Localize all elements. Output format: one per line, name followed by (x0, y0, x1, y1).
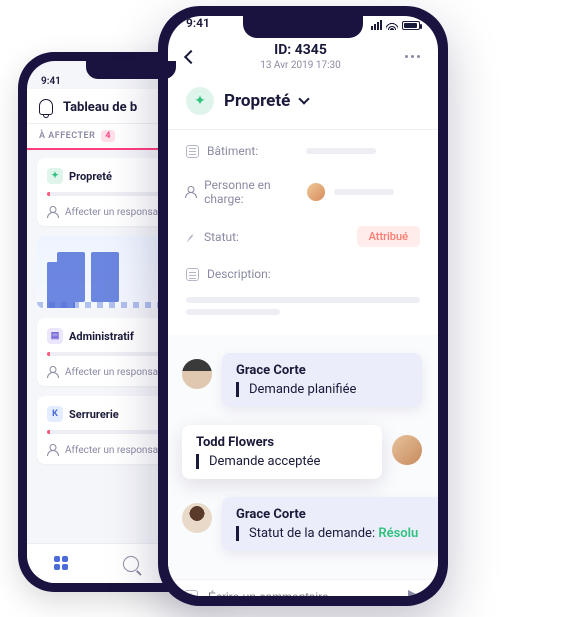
person-icon (47, 366, 59, 378)
field-status: Statut: Attribué (168, 216, 438, 257)
notch (86, 61, 176, 79)
comment-item: Grace Corte Demande planifiée (182, 353, 424, 407)
assign-label: Affecter un responsab (65, 445, 164, 456)
person-icon (47, 444, 59, 456)
comment-composer (168, 579, 438, 596)
back-title: Tableau de b (63, 100, 137, 115)
comments-thread: Grace Corte Demande planifiée Todd Flowe… (168, 335, 438, 579)
field-building: Bâtiment: (168, 134, 438, 168)
status-icons (371, 20, 420, 30)
grid-icon[interactable] (54, 556, 70, 572)
bolt-icon (186, 230, 196, 244)
field-label: Bâtiment: (207, 144, 258, 158)
person-icon (47, 206, 59, 218)
comment-input[interactable] (208, 590, 398, 596)
comment-bubble: Grace Corte Statut de la demande: Résolu (222, 497, 438, 551)
detail-list: Bâtiment: Personne en charge: Statut: (168, 130, 438, 335)
wifi-icon (386, 21, 398, 30)
comment-author: Grace Corte (236, 363, 408, 378)
field-label: Personne en charge: (204, 178, 296, 206)
chevron-down-icon (299, 93, 310, 104)
filter-label: À AFFECTER (39, 131, 95, 141)
field-label: Description: (207, 267, 271, 281)
card-title: Administratif (69, 330, 134, 343)
detail-header: ID: 4345 13 Avr 2019 17:30 (168, 34, 438, 81)
ticket-datetime: 13 Avr 2019 17:30 (260, 60, 341, 71)
admin-icon: ▤ (47, 328, 63, 344)
field-label: Statut: (204, 230, 239, 244)
comment-text: Demande acceptée (196, 454, 368, 469)
ticket-id: ID: 4345 (260, 42, 341, 58)
avatar (392, 435, 422, 465)
comment-text-part: Statut de la demande: (249, 526, 378, 541)
attachment-icon[interactable] (184, 590, 198, 596)
category-name: Propreté (224, 91, 290, 111)
category-selector[interactable]: ✦ Propreté (168, 81, 438, 130)
search-icon[interactable] (123, 556, 139, 572)
building-icon (186, 145, 199, 158)
assign-label: Affecter un responsab (65, 207, 164, 218)
notch (243, 16, 363, 38)
avatar (306, 182, 326, 202)
comment-text: Statut de la demande: Résolu (236, 526, 438, 541)
sparkle-icon: ✦ (47, 168, 63, 184)
comment-text: Demande planifiée (236, 382, 408, 397)
signal-icon (371, 20, 382, 30)
skeleton (334, 189, 394, 195)
status-time: 9:41 (41, 76, 61, 87)
card-title: Propreté (69, 170, 112, 183)
field-description: Description: (168, 257, 438, 291)
card-title: Serrurerie (69, 408, 119, 421)
sparkle-icon: ✦ (186, 87, 214, 115)
skeleton (186, 309, 280, 315)
front-screen: 9:41 ID: 4345 13 Avr 2019 17:30 ✦ Propre… (168, 16, 438, 596)
skeleton (186, 297, 420, 303)
assign-label: Affecter un responsab (65, 367, 164, 378)
back-button[interactable] (184, 49, 198, 63)
bell-icon[interactable] (39, 99, 53, 115)
comment-bubble: Todd Flowers Demande acceptée (182, 425, 382, 479)
comment-item: Grace Corte Statut de la demande: Résolu (182, 497, 438, 551)
lock-icon: K (47, 406, 63, 422)
send-icon[interactable] (408, 590, 422, 596)
avatar (182, 359, 212, 389)
battery-icon (402, 21, 420, 30)
status-resolved: Résolu (378, 526, 418, 541)
skeleton (306, 148, 376, 154)
description-block (168, 297, 438, 331)
avatar (182, 503, 212, 533)
comment-bubble: Grace Corte Demande planifiée (222, 353, 422, 407)
status-time: 9:41 (186, 16, 210, 30)
person-icon (186, 186, 196, 198)
filter-count: 4 (101, 130, 115, 142)
comment-author: Grace Corte (236, 507, 438, 522)
more-button[interactable] (405, 55, 420, 58)
phone-front: 9:41 ID: 4345 13 Avr 2019 17:30 ✦ Propre… (158, 6, 448, 606)
comment-item: Todd Flowers Demande acceptée (182, 425, 438, 479)
field-person: Personne en charge: (168, 168, 438, 216)
document-icon (186, 268, 199, 281)
comment-author: Todd Flowers (196, 435, 368, 450)
header-center: ID: 4345 13 Avr 2019 17:30 (260, 42, 341, 71)
status-badge: Attribué (357, 226, 420, 247)
